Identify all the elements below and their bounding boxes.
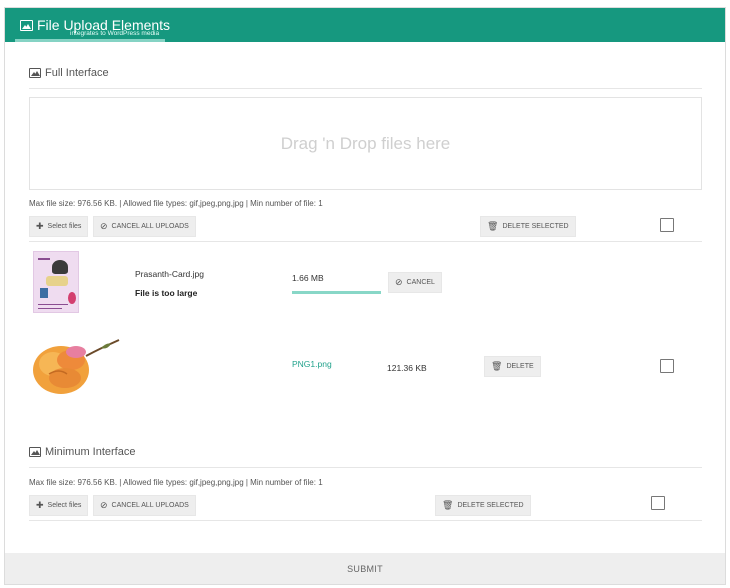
divider <box>29 467 702 468</box>
file-name: Prasanth-Card.jpg <box>135 269 204 279</box>
upload-constraints-text: Max file size: 976.56 KB. | Allowed file… <box>29 478 323 487</box>
cancel-circle-icon: ⊘ <box>100 221 108 231</box>
cancel-upload-button[interactable]: ⊘ CANCEL <box>388 272 442 293</box>
select-all-checkbox[interactable] <box>651 496 665 510</box>
trash-icon: 🗑 <box>487 221 499 231</box>
cancel-circle-icon: ⊘ <box>395 277 403 287</box>
image-icon <box>29 447 41 457</box>
submit-button[interactable]: SUBMIT <box>5 553 725 584</box>
delete-file-button[interactable]: 🗑 DELETE <box>484 356 541 377</box>
file-thumbnail-rose <box>33 339 120 394</box>
delete-selected-label: DELETE SELECTED <box>457 502 524 509</box>
full-interface-heading: Full Interface <box>29 67 109 79</box>
trash-icon: 🗑 <box>491 361 503 371</box>
divider <box>29 520 702 521</box>
divider <box>29 88 702 89</box>
plus-icon: ✚ <box>36 221 44 231</box>
upload-progress-bar <box>292 291 381 294</box>
submit-label: SUBMIT <box>347 563 383 574</box>
full-interface-title: Full Interface <box>45 67 109 79</box>
header-bar: File Upload Elements integrates to WordP… <box>5 8 725 42</box>
plus-icon: ✚ <box>36 500 44 510</box>
image-icon <box>29 68 41 78</box>
file-size: 121.36 KB <box>387 363 427 373</box>
delete-selected-button[interactable]: 🗑 DELETE SELECTED <box>480 216 576 237</box>
select-files-button[interactable]: ✚ Select files <box>29 495 89 516</box>
file-error-message: File is too large <box>135 288 198 298</box>
upload-progress-fill <box>292 291 381 294</box>
select-files-label: Select files <box>47 223 82 230</box>
delete-file-label: DELETE <box>506 363 534 370</box>
delete-selected-button[interactable]: 🗑 DELETE SELECTED <box>435 495 531 516</box>
cancel-all-uploads-button[interactable]: ⊘ CANCEL ALL UPLOADS <box>93 216 196 237</box>
minimum-interface-title: Minimum Interface <box>45 446 136 458</box>
image-icon <box>20 19 33 31</box>
cancel-all-uploads-label: CANCEL ALL UPLOADS <box>111 223 189 230</box>
cancel-all-uploads-label: CANCEL ALL UPLOADS <box>111 502 189 509</box>
file-select-checkbox[interactable] <box>660 359 674 373</box>
select-files-button[interactable]: ✚ Select files <box>29 216 89 237</box>
file-name-link[interactable]: PNG1.png <box>292 359 332 369</box>
file-thumbnail-card <box>33 251 79 313</box>
trash-icon: 🗑 <box>442 500 454 510</box>
select-all-checkbox[interactable] <box>660 218 674 232</box>
form-panel: File Upload Elements integrates to WordP… <box>4 7 726 585</box>
drop-zone[interactable]: Drag 'n Drop files here <box>29 97 702 190</box>
active-tab-indicator <box>15 39 165 42</box>
cancel-all-uploads-button[interactable]: ⊘ CANCEL ALL UPLOADS <box>93 495 196 516</box>
cancel-upload-label: CANCEL <box>406 279 435 286</box>
divider <box>29 241 702 242</box>
minimum-interface-heading: Minimum Interface <box>29 446 135 458</box>
drop-zone-text: Drag 'n Drop files here <box>280 133 451 153</box>
cancel-circle-icon: ⊘ <box>100 500 108 510</box>
select-files-label: Select files <box>47 502 82 509</box>
file-size: 1.66 MB <box>292 273 324 283</box>
page-subtitle: integrates to WordPress media <box>70 30 160 37</box>
upload-constraints-text: Max file size: 976.56 KB. | Allowed file… <box>29 199 323 208</box>
delete-selected-label: DELETE SELECTED <box>502 223 569 230</box>
